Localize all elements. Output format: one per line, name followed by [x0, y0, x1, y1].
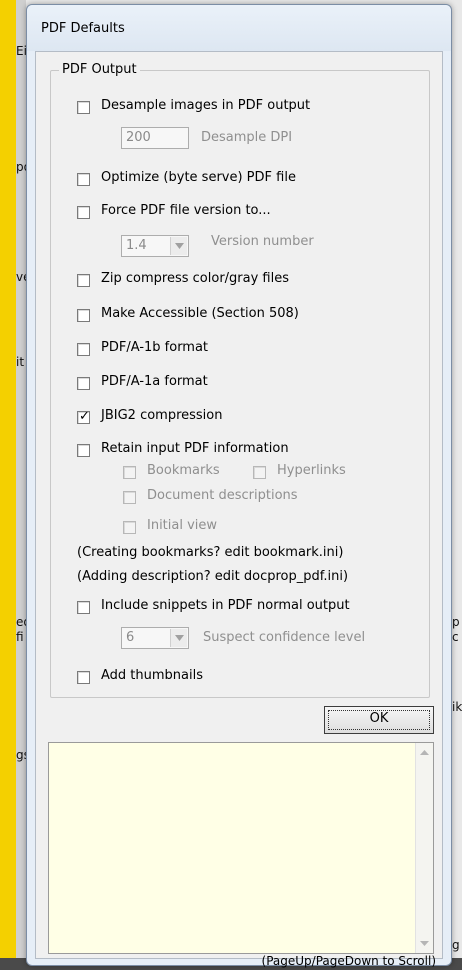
thumbnails-checkbox[interactable] — [77, 671, 90, 684]
desample-checkbox[interactable] — [77, 101, 90, 114]
pdfa-1a-label: PDF/A-1a format — [101, 374, 208, 389]
hyperlinks-checkbox[interactable] — [253, 466, 266, 479]
message-area-scrollbar[interactable] — [415, 743, 433, 953]
pdfa-1b-label: PDF/A-1b format — [101, 340, 209, 355]
message-area[interactable] — [48, 742, 434, 954]
background-text-fragment: ik — [452, 700, 462, 714]
version-number-select[interactable]: 1.4 — [121, 235, 189, 257]
bookmarks-note: (Creating bookmarks? edit bookmark.ini) — [77, 545, 344, 560]
pdf-output-group-label: PDF Output — [59, 62, 140, 77]
background-divider — [16, 0, 26, 970]
force-version-label: Force PDF file version to... — [101, 203, 271, 218]
optimize-label: Optimize (byte serve) PDF file — [101, 170, 296, 185]
version-number-label: Version number — [211, 234, 314, 249]
pdfa-1a-checkbox[interactable] — [77, 377, 90, 390]
hyperlinks-label: Hyperlinks — [277, 463, 346, 478]
accessible-checkbox[interactable] — [77, 309, 90, 322]
doc-descriptions-checkbox[interactable] — [123, 491, 136, 504]
zip-compress-label: Zip compress color/gray files — [101, 271, 290, 286]
snippets-checkbox[interactable] — [77, 601, 90, 614]
background-text-fragment: p — [452, 615, 460, 629]
doc-descriptions-label: Document descriptions — [147, 488, 298, 503]
force-version-checkbox[interactable] — [77, 206, 90, 219]
snippets-label: Include snippets in PDF normal output — [101, 598, 350, 613]
chevron-down-icon[interactable] — [170, 629, 187, 647]
dialog-client-area: PDF Output Desample images in PDF output… — [35, 51, 443, 968]
scroll-down-icon[interactable] — [420, 939, 429, 947]
desample-dpi-input[interactable]: 200 — [121, 127, 189, 149]
zip-compress-checkbox[interactable] — [77, 274, 90, 287]
desample-label: Desample images in PDF output — [101, 98, 311, 113]
thumbnails-label: Add thumbnails — [101, 668, 203, 683]
bookmarks-label: Bookmarks — [147, 463, 220, 478]
initial-view-checkbox[interactable] — [123, 521, 136, 534]
pdfa-1b-checkbox[interactable] — [77, 343, 90, 356]
accessible-label: Make Accessible (Section 508) — [101, 306, 299, 321]
confidence-level-select[interactable]: 6 — [121, 627, 189, 649]
retain-info-label: Retain input PDF information — [101, 441, 289, 456]
pdf-defaults-dialog: PDF Defaults PDF Output Desample images … — [26, 4, 452, 968]
initial-view-label: Initial view — [147, 518, 218, 533]
background-text-fragment: it — [16, 355, 25, 369]
scroll-hint: (PageUp/PageDown to Scroll) — [261, 954, 436, 968]
dialog-title: PDF Defaults — [41, 21, 125, 36]
bookmarks-checkbox[interactable] — [123, 466, 136, 479]
background-text-fragment: c — [452, 630, 459, 644]
focus-ring — [328, 710, 430, 730]
checkmark-icon: ✓ — [79, 409, 90, 424]
ok-button[interactable]: OK — [324, 706, 434, 734]
confidence-level-value: 6 — [126, 630, 135, 645]
desample-dpi-label: Desample DPI — [201, 130, 293, 145]
chevron-down-icon[interactable] — [170, 237, 187, 255]
jbig2-checkbox[interactable]: ✓ — [77, 409, 90, 424]
description-note: (Adding description? edit docprop_pdf.in… — [77, 569, 349, 584]
pdf-output-group: PDF Output Desample images in PDF output… — [50, 62, 430, 698]
confidence-level-label: Suspect confidence level — [203, 630, 366, 645]
background-text-fragment: fi — [16, 630, 24, 644]
retain-info-checkbox[interactable] — [77, 444, 90, 457]
scroll-up-icon[interactable] — [420, 749, 429, 757]
jbig2-label: JBIG2 compression — [101, 408, 223, 423]
dialog-titlebar[interactable]: PDF Defaults — [27, 5, 451, 51]
background-text-fragment: g — [452, 938, 460, 952]
version-number-value: 1.4 — [126, 238, 147, 253]
optimize-checkbox[interactable] — [77, 173, 90, 186]
